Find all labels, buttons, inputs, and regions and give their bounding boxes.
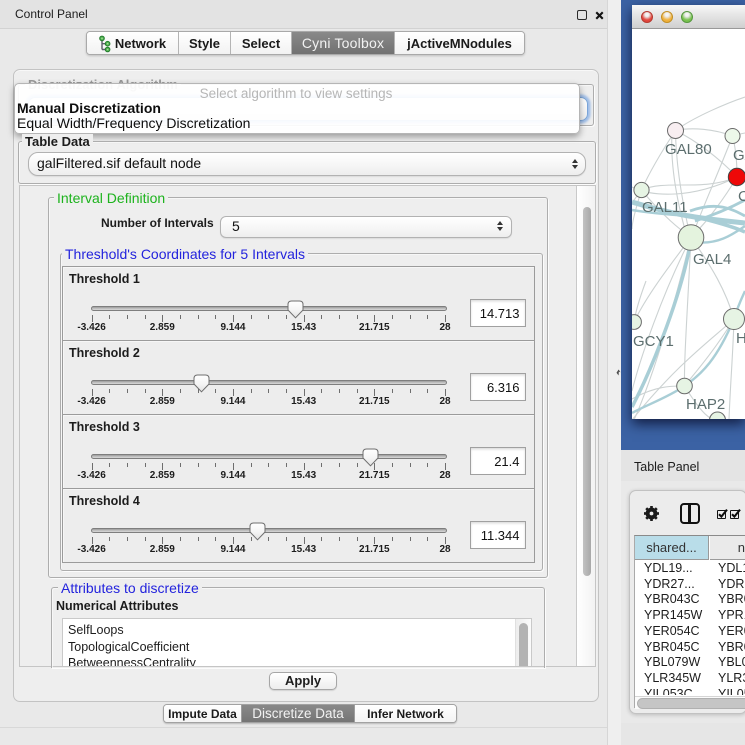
svg-text:CR: CR: [738, 188, 745, 205]
tab-label: Select: [242, 36, 280, 51]
table-cell-shared-name[interactable]: YBL079W: [644, 655, 700, 669]
network-graph[interactable]: GAL80 GA CR GAL11 GAL4 GCY1 H HAP2: [632, 29, 745, 419]
float-window-icon[interactable]: [577, 10, 587, 20]
tab-label: jActiveMNodules: [407, 36, 512, 51]
table-cell-shared-name[interactable]: YBR045C: [644, 640, 700, 654]
check-mark-icon: [731, 508, 742, 519]
svg-text:GAL80: GAL80: [665, 141, 712, 158]
gear-icon[interactable]: [643, 505, 660, 522]
table-cell-name[interactable]: YBR04: [718, 592, 745, 606]
tab-impute-data[interactable]: Impute Data: [164, 705, 242, 722]
tab-cyni-toolbox[interactable]: Cyni Toolbox: [292, 32, 395, 54]
table-header-shared-name[interactable]: shared...: [635, 536, 709, 560]
tab-discretize-data[interactable]: Discretize Data: [242, 705, 355, 722]
cyni-toolbox-panel: [13, 69, 599, 702]
control-panel-title: Control Panel: [15, 7, 88, 21]
svg-text:GAL11: GAL11: [642, 199, 688, 216]
table-panel-title: Table Panel: [634, 460, 699, 474]
application-root: GAL80 GA CR GAL11 GAL4 GCY1 H HAP2 Table Panel: [0, 0, 745, 745]
tab-select[interactable]: Select: [231, 32, 292, 54]
horizontal-scrollbar-thumb[interactable]: [637, 698, 745, 709]
table-cell-name[interactable]: YER05: [718, 624, 745, 638]
bottom-divider: [0, 727, 607, 728]
tab-label: Cyni Toolbox: [302, 35, 384, 51]
table-cell-shared-name[interactable]: YER054C: [644, 624, 700, 638]
node-table: shared... name YDL19... YDL19 YDR27... YDR2…: [634, 535, 745, 708]
panel-splitter[interactable]: [607, 0, 621, 745]
tab-jactivemnodules[interactable]: jActiveMNodules: [395, 32, 524, 54]
zoom-traffic-light-icon[interactable]: [681, 11, 693, 23]
tab-label: Style: [189, 36, 220, 51]
table-cell-shared-name[interactable]: YDL19...: [644, 561, 693, 575]
control-panel-titlebar: Control Panel: [0, 0, 620, 29]
svg-text:GA: GA: [733, 147, 745, 164]
svg-text:H: H: [736, 330, 745, 347]
network-canvas[interactable]: GAL80 GA CR GAL11 GAL4 GCY1 H HAP2: [632, 29, 745, 419]
table-header-name[interactable]: name: [710, 536, 745, 560]
tab-label: Impute Data: [168, 707, 237, 721]
table-cell-name[interactable]: YBR04: [718, 640, 745, 654]
check-mark-icon: [718, 508, 729, 519]
table-panel-section: Table Panel shared... name YD: [620, 450, 745, 745]
table-browser-window: shared... name YDL19... YDL19 YDR27... YDR2…: [629, 490, 745, 714]
checkbox-checked-icon[interactable]: [730, 510, 739, 519]
table-panel-footer-area: [620, 723, 745, 745]
table-cell-shared-name[interactable]: YDR27...: [644, 577, 695, 591]
horizontal-scrollbar[interactable]: [635, 696, 745, 709]
column-divider-bar: [688, 505, 691, 522]
tab-label: Discretize Data: [252, 706, 344, 721]
svg-text:HAP2: HAP2: [686, 396, 725, 413]
tab-network[interactable]: Network: [87, 32, 179, 54]
tab-style[interactable]: Style: [179, 32, 231, 54]
checkbox-checked-icon[interactable]: [717, 510, 726, 519]
table-cell-name[interactable]: YDL19: [718, 561, 745, 575]
tab-label: Infer Network: [367, 707, 444, 721]
table-cell-name[interactable]: YDR27: [718, 577, 745, 591]
minimize-traffic-light-icon[interactable]: [661, 11, 673, 23]
bottom-tabbar: Impute Data Discretize Data Infer Network: [163, 704, 457, 723]
network-window-titlebar[interactable]: [632, 5, 745, 29]
table-cell-name[interactable]: YIL05: [718, 687, 745, 695]
network-icon: [99, 35, 111, 53]
table-cell-name[interactable]: YBL07: [718, 655, 745, 669]
table-cell-shared-name[interactable]: YLR345W: [644, 671, 701, 685]
table-toolbar: [630, 491, 745, 534]
column-layout-icon[interactable]: [680, 503, 700, 524]
table-panel-titlebar: Table Panel: [620, 450, 745, 481]
control-panel-tabbar: Network Style Select Cyni Toolbox jActiveMNo…: [86, 31, 525, 55]
close-icon[interactable]: [594, 10, 605, 21]
table-cell-shared-name[interactable]: YIL053C: [644, 687, 693, 695]
svg-text:GCY1: GCY1: [633, 333, 674, 350]
tab-infer-network[interactable]: Infer Network: [355, 705, 456, 722]
tab-label: Network: [115, 36, 166, 51]
table-cell-name[interactable]: YLR34: [718, 671, 745, 685]
table-body: YDL19... YDL19 YDR27... YDR27 YBR043C YBR04 YP…: [635, 560, 745, 695]
network-view-window: GAL80 GA CR GAL11 GAL4 GCY1 H HAP2: [632, 5, 745, 419]
svg-text:GAL4: GAL4: [693, 251, 731, 268]
table-cell-shared-name[interactable]: YPR145W: [644, 608, 702, 622]
table-cell-shared-name[interactable]: YBR043C: [644, 592, 700, 606]
close-traffic-light-icon[interactable]: [641, 11, 653, 23]
table-cell-name[interactable]: YPR14: [718, 608, 745, 622]
collapse-arrow-icon[interactable]: [616, 369, 621, 376]
